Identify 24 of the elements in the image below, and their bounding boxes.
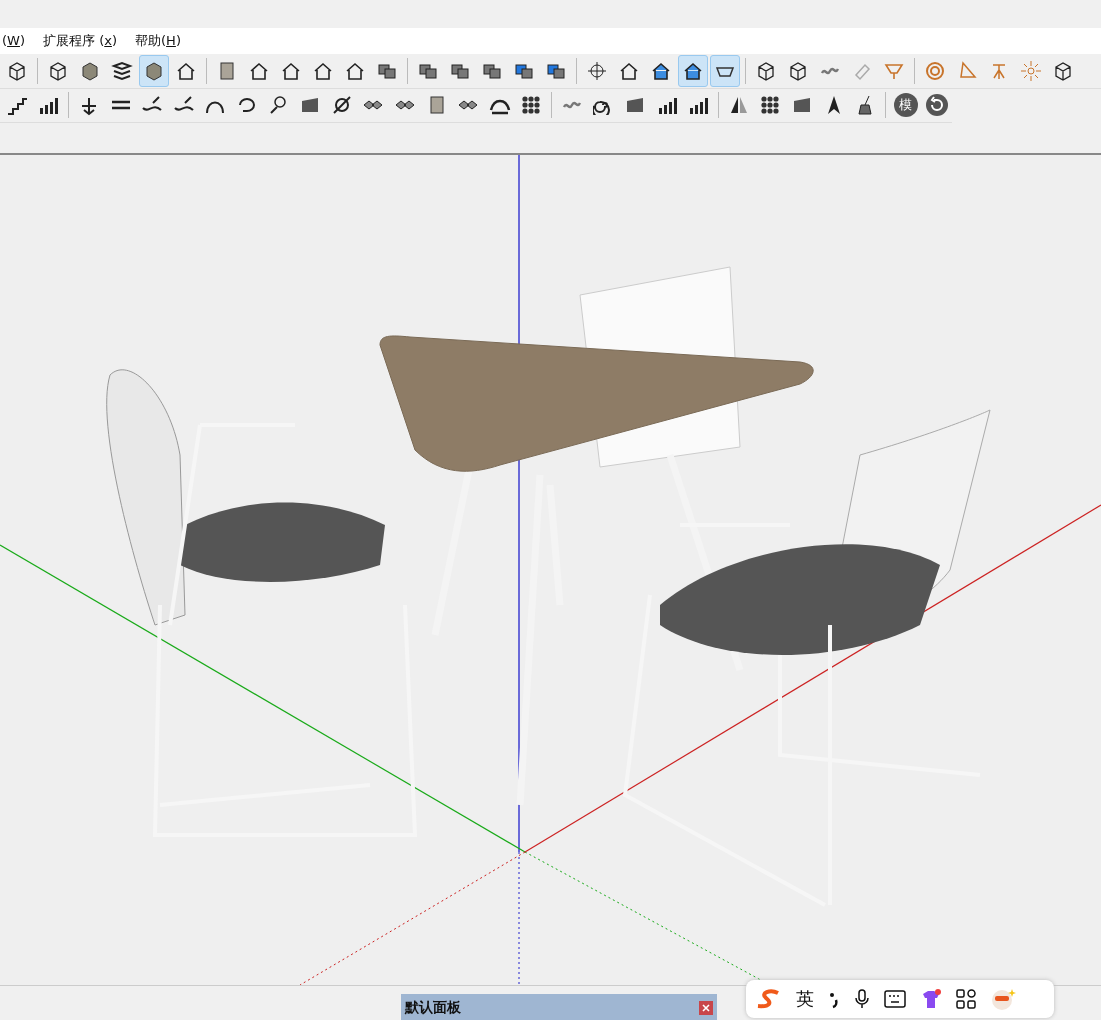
ring-icon <box>924 59 946 82</box>
grid-icon[interactable] <box>956 988 976 1009</box>
menu-item[interactable]: 扩展程序 (x) <box>43 31 117 50</box>
wave-icon <box>819 65 841 76</box>
close-icon <box>702 1003 710 1012</box>
menu-item[interactable]: 帮助(H) <box>135 31 181 50</box>
3d-viewport[interactable] <box>0 154 1101 985</box>
keyboard-icon[interactable] <box>884 989 906 1008</box>
layers-icon <box>111 59 133 82</box>
toolbar-button[interactable] <box>139 54 169 87</box>
input-method-logo-icon <box>756 988 782 1009</box>
language-toggle[interactable]: 英 <box>796 986 814 1011</box>
toolbar-button[interactable] <box>678 54 708 87</box>
menu-item[interactable]: (W) <box>2 33 25 49</box>
close-button[interactable] <box>699 1000 713 1015</box>
shirt-icon[interactable] <box>920 987 942 1010</box>
sun-icon <box>1020 59 1042 82</box>
panel-title: 默认面板 <box>405 998 461 1017</box>
crosshair-icon <box>586 59 608 82</box>
wave-icon <box>560 100 583 111</box>
microphone-icon[interactable] <box>854 987 870 1010</box>
refresh-icon <box>925 93 950 118</box>
dots-icon <box>760 95 781 116</box>
dots-icon <box>521 95 542 116</box>
